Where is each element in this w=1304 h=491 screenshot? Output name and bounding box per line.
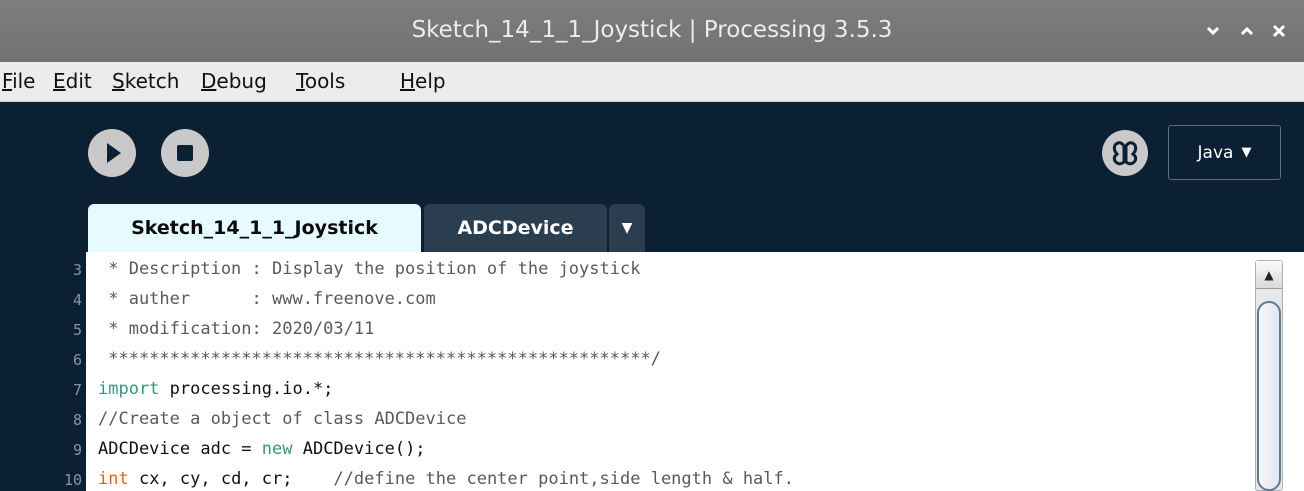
scroll-thumb[interactable] (1257, 301, 1281, 491)
debugger-button[interactable] (1102, 130, 1148, 176)
line-number: 9 (72, 441, 82, 459)
code-text-area[interactable]: * Description : Display the position of … (86, 252, 1250, 491)
menu-file[interactable]: File (2, 69, 35, 93)
menu-debug-label: ebug (216, 69, 267, 93)
scroll-up-arrow-icon[interactable]: ▲ (1256, 261, 1282, 289)
chevron-down-icon[interactable] (1204, 22, 1222, 40)
close-icon[interactable] (1270, 22, 1288, 40)
code-line: * Description : Display the position of … (98, 259, 641, 279)
caret-down-icon: ▼ (621, 220, 633, 236)
stop-button[interactable] (161, 129, 209, 177)
caret-down-icon: ▼ (1241, 145, 1252, 160)
line-number-gutter: 3 4 5 6 7 8 9 10 (0, 252, 86, 491)
chevron-up-icon[interactable] (1238, 22, 1256, 40)
mode-label: Java (1197, 142, 1234, 163)
menu-file-label: ile (12, 69, 36, 93)
code-line: * auther : www.freenove.com (98, 289, 436, 309)
code-line: int cx, cy, cd, cr; //define the center … (98, 469, 794, 489)
code-type-keyword: int (98, 469, 129, 489)
code-text: ADCDevice(); (292, 439, 426, 459)
code-text: processing.io.*; (159, 379, 334, 399)
scroll-track[interactable]: ▲ (1255, 260, 1283, 491)
menu-edit[interactable]: Edit (53, 69, 92, 93)
code-text: cx, cy, cd, cr; (128, 469, 293, 489)
mode-selector[interactable]: Java ▼ (1168, 125, 1281, 180)
code-editor[interactable]: 3 4 5 6 7 8 9 10 * Description : Display… (0, 252, 1304, 491)
menu-sketch-label: ketch (124, 69, 180, 93)
line-number: 4 (72, 291, 82, 309)
line-number: 3 (72, 261, 82, 279)
line-number: 6 (72, 351, 82, 369)
play-icon (107, 143, 121, 163)
menu-bar: File Edit Sketch Debug Tools Help (0, 62, 1304, 102)
line-number: 10 (63, 471, 82, 489)
code-comment: //define the center point,side length & … (292, 469, 794, 489)
run-button[interactable] (88, 129, 136, 177)
menu-edit-label: dit (65, 69, 92, 93)
menu-edit-mnemonic: E (53, 69, 66, 93)
tab-sketch-main-label: Sketch_14_1_1_Joystick (131, 217, 378, 239)
menu-help-mnemonic: H (400, 69, 416, 93)
code-line: //Create a object of class ADCDevice (98, 409, 467, 429)
menu-debug-mnemonic: D (201, 69, 217, 93)
code-text: ADCDevice adc = (98, 439, 262, 459)
line-number: 7 (72, 381, 82, 399)
menu-tools[interactable]: Tools (296, 69, 345, 93)
menu-tools-label: ools (304, 69, 346, 93)
tab-adcdevice[interactable]: ADCDevice (424, 204, 607, 252)
menu-sketch-mnemonic: S (112, 69, 125, 93)
toolbar: Java ▼ (0, 102, 1304, 202)
menu-help-label: elp (415, 69, 446, 93)
menu-sketch[interactable]: Sketch (112, 69, 179, 93)
window-title: Sketch_14_1_1_Joystick | Processing 3.5.… (411, 17, 893, 43)
code-line: * modification: 2020/03/11 (98, 319, 375, 339)
butterfly-icon (1112, 141, 1138, 166)
line-number: 5 (72, 321, 82, 339)
tab-sketch-main[interactable]: Sketch_14_1_1_Joystick (88, 204, 421, 252)
tabs-menu-button[interactable]: ▼ (609, 204, 645, 252)
code-line: import processing.io.*; (98, 379, 333, 399)
title-bar: Sketch_14_1_1_Joystick | Processing 3.5.… (0, 0, 1304, 62)
tab-adcdevice-label: ADCDevice (457, 217, 574, 239)
code-line: ****************************************… (98, 349, 661, 369)
menu-help[interactable]: Help (400, 69, 446, 93)
line-number: 8 (72, 411, 82, 429)
code-line: ADCDevice adc = new ADCDevice(); (98, 439, 426, 459)
menu-debug[interactable]: Debug (201, 69, 267, 93)
stop-icon (177, 145, 193, 161)
code-keyword: new (261, 439, 293, 459)
menu-file-mnemonic: F (2, 69, 13, 93)
vertical-scrollbar[interactable]: ▲ (1250, 252, 1304, 491)
menu-tools-mnemonic: T (296, 69, 305, 93)
code-keyword: import (98, 379, 160, 399)
